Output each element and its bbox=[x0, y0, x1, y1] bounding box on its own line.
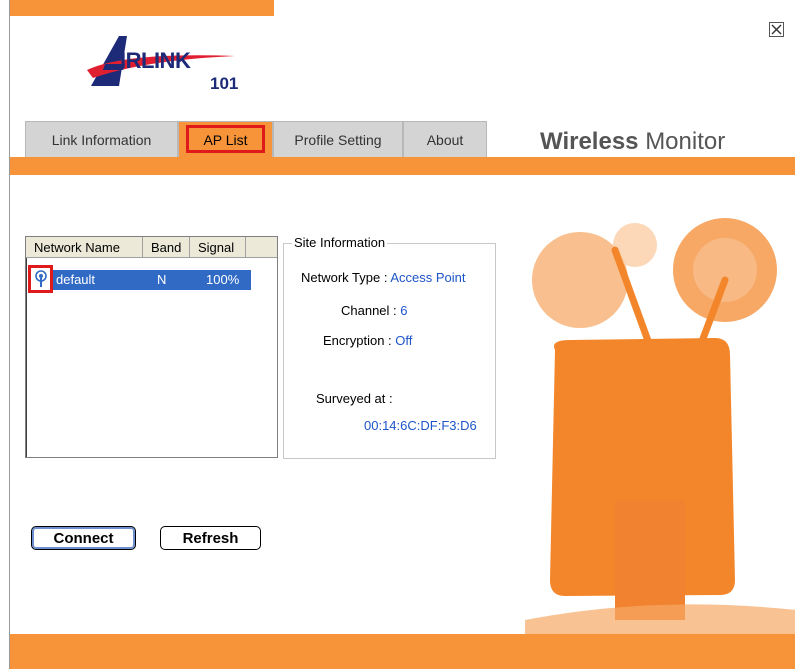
channel-value: 6 bbox=[400, 303, 408, 318]
row-network-name: default bbox=[56, 272, 96, 287]
wireless-monitor-window: IRLINK 101 Link Information AP List Prof… bbox=[9, 0, 795, 669]
row-band: N bbox=[157, 272, 167, 287]
column-band[interactable]: Band bbox=[143, 237, 190, 257]
tab-label: Profile Setting bbox=[294, 131, 382, 148]
header-orange-bar bbox=[10, 157, 795, 175]
encryption-value: Off bbox=[395, 333, 413, 348]
top-orange-strip bbox=[10, 0, 274, 16]
tab-profile-setting[interactable]: Profile Setting bbox=[273, 121, 403, 157]
ap-list-header: Network Name Band Signal bbox=[26, 237, 277, 258]
channel-label: Channel : bbox=[341, 303, 397, 318]
encryption-line: Encryption : Off bbox=[323, 333, 412, 348]
app-title-bold: Wireless bbox=[540, 128, 639, 155]
close-icon bbox=[771, 24, 782, 35]
channel-line: Channel : 6 bbox=[341, 303, 408, 318]
ap-icon-highlight bbox=[28, 265, 53, 293]
network-type-value: Access Point bbox=[390, 270, 466, 285]
network-type-label: Network Type : bbox=[301, 270, 388, 285]
tab-about[interactable]: About bbox=[403, 121, 487, 157]
ap-list-view[interactable]: Network Name Band Signal default N 100% bbox=[25, 236, 278, 458]
logo-number: 101 bbox=[210, 74, 239, 93]
tab-label: Link Information bbox=[51, 131, 152, 148]
site-info-legend: Site Information bbox=[292, 235, 388, 250]
surveyed-label: Surveyed at : bbox=[316, 391, 393, 406]
close-button[interactable] bbox=[769, 22, 784, 37]
access-point-icon bbox=[34, 270, 47, 287]
encryption-label: Encryption : bbox=[323, 333, 392, 348]
app-title-light: Monitor bbox=[645, 128, 726, 155]
row-signal: 100% bbox=[206, 272, 240, 287]
tab-bar: Link Information AP List Profile Setting… bbox=[25, 120, 487, 157]
tab-label: About bbox=[426, 131, 464, 148]
tab-highlight bbox=[186, 125, 265, 153]
footer-orange-bar bbox=[10, 634, 795, 669]
app-title: Wireless Monitor bbox=[540, 128, 725, 156]
site-information-group: Site Information Network Type : Access P… bbox=[283, 235, 496, 459]
tab-link-information[interactable]: Link Information bbox=[25, 121, 178, 157]
column-signal[interactable]: Signal bbox=[190, 237, 246, 257]
connect-button[interactable]: Connect bbox=[31, 526, 136, 550]
ap-list-row[interactable]: default N 100% bbox=[28, 265, 251, 293]
router-illustration-icon bbox=[525, 218, 795, 634]
tab-ap-list[interactable]: AP List bbox=[178, 121, 273, 157]
airlink-logo: IRLINK 101 bbox=[85, 30, 245, 102]
surveyed-value: 00:14:6C:DF:F3:D6 bbox=[364, 418, 477, 433]
logo-text: IRLINK bbox=[120, 48, 191, 73]
column-network-name[interactable]: Network Name bbox=[26, 237, 143, 257]
network-type-line: Network Type : Access Point bbox=[301, 270, 466, 285]
refresh-button[interactable]: Refresh bbox=[160, 526, 261, 550]
